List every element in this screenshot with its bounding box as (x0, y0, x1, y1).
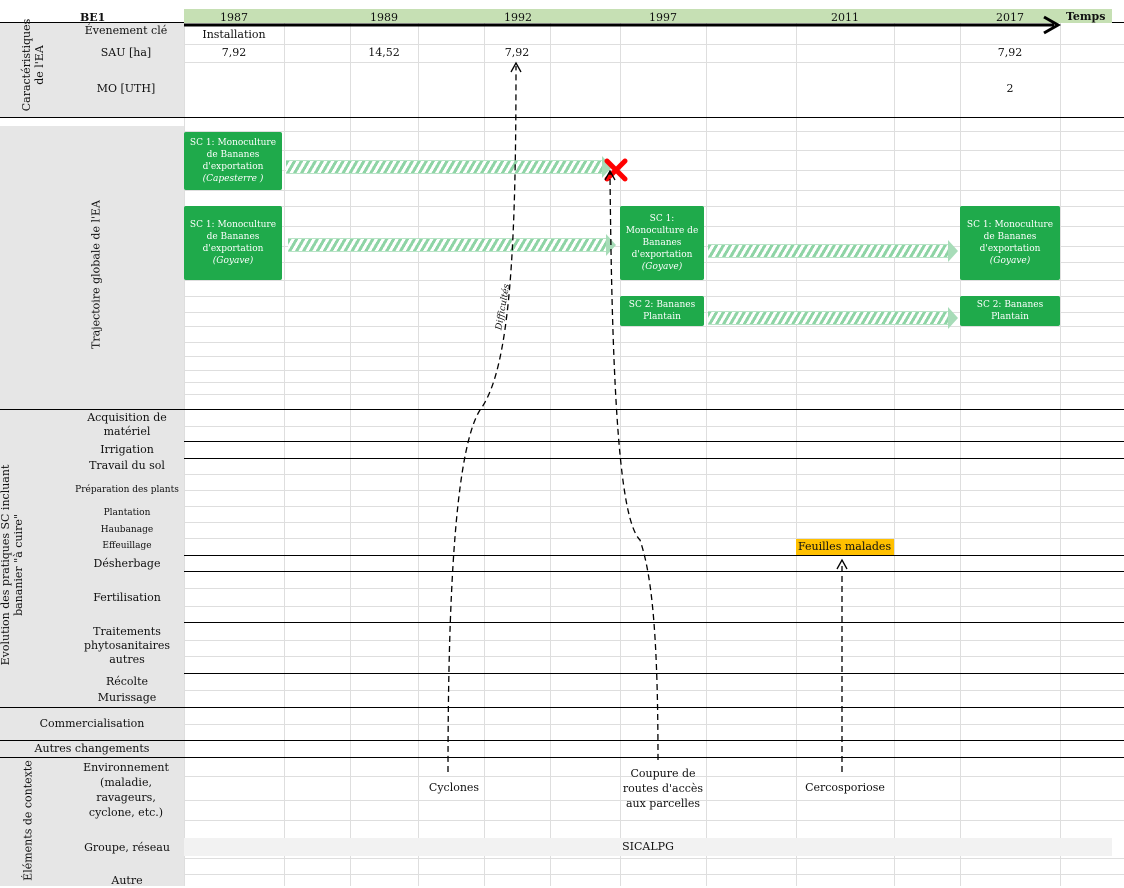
commercialisation-label: Commercialisation (39, 717, 145, 730)
practice-haubanage: Haubanage (100, 525, 154, 535)
practices-section-label: Évolution des pratiques SC incluant bana… (0, 464, 25, 666)
practice-recolte: Récolte (105, 675, 149, 688)
practice-acquisition: Acquisition de matériel (87, 411, 167, 438)
event-cercosporiose: Cercosporiose (805, 781, 885, 794)
practice-fertilisation: Fertilisation (93, 591, 161, 604)
practice-irrigation: Irrigation (100, 443, 154, 456)
practice-plantation: Plantation (103, 508, 151, 518)
group-label: Groupe, réseau (84, 841, 170, 854)
event-road-cut: Coupure de routes d'accès aux parcelles (622, 767, 704, 810)
group-sicalpg: SICALPG (184, 838, 1112, 856)
road-cut-arrow-path (609, 171, 659, 761)
cyclone-arrow-path (447, 65, 517, 773)
practice-treatments: Traitements phytosanitaires autres (83, 625, 171, 666)
practice-murissage: Murissage (97, 691, 157, 704)
practice-soil-work: Travail du sol (89, 459, 165, 472)
context-section-label: Éléments de contexte (21, 760, 35, 881)
other-changes-label: Autres changements (34, 742, 150, 755)
diseased-leaves-badge: Feuilles malades (796, 539, 894, 555)
practice-effeuillage: Effeuillage (102, 541, 152, 551)
environment-label: Environnement (maladie, ravageurs, cyclo… (83, 761, 169, 819)
practice-desherbage: Désherbage (93, 557, 161, 570)
practice-plant-preparation: Préparation des plants (75, 485, 179, 495)
event-cyclones: Cyclones (428, 781, 480, 794)
